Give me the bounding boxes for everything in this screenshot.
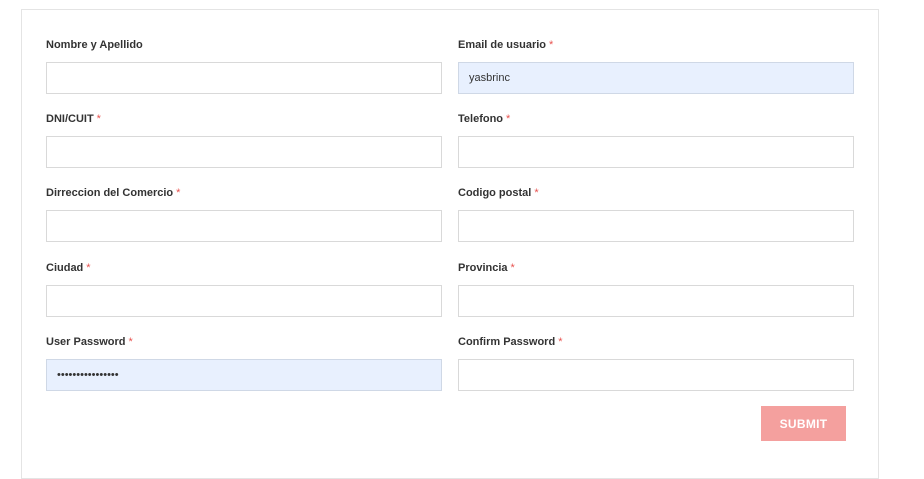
- email-usuario-input[interactable]: [458, 62, 854, 94]
- required-marker: *: [176, 187, 181, 199]
- field-telefono: Telefono *: [458, 112, 854, 168]
- field-direccion-comercio: Dirreccion del Comercio *: [46, 186, 442, 242]
- codigo-postal-input[interactable]: [458, 210, 854, 242]
- required-marker: *: [86, 262, 91, 274]
- required-marker: *: [549, 39, 554, 51]
- field-email-usuario: Email de usuario *: [458, 38, 854, 94]
- field-ciudad: Ciudad *: [46, 261, 442, 317]
- submit-button[interactable]: SUBMIT: [761, 406, 846, 441]
- codigo-postal-label: Codigo postal *: [458, 187, 539, 199]
- confirm-password-label: Confirm Password *: [458, 336, 563, 348]
- user-password-input[interactable]: [46, 359, 442, 391]
- telefono-label: Telefono *: [458, 113, 511, 125]
- field-codigo-postal: Codigo postal *: [458, 186, 854, 242]
- direccion-comercio-label: Dirreccion del Comercio *: [46, 187, 181, 199]
- ciudad-input[interactable]: [46, 285, 442, 317]
- email-usuario-label: Email de usuario *: [458, 39, 554, 51]
- direccion-comercio-input[interactable]: [46, 210, 442, 242]
- dni-cuit-label: DNI/CUIT *: [46, 113, 101, 125]
- provincia-input[interactable]: [458, 285, 854, 317]
- ciudad-label: Ciudad *: [46, 262, 91, 274]
- telefono-input[interactable]: [458, 136, 854, 168]
- field-user-password: User Password *: [46, 335, 442, 391]
- field-nombre-apellido: Nombre y Apellido: [46, 38, 442, 94]
- required-marker: *: [534, 187, 539, 199]
- confirm-password-input[interactable]: [458, 359, 854, 391]
- required-marker: *: [510, 262, 515, 274]
- field-provincia: Provincia *: [458, 261, 854, 317]
- required-marker: *: [558, 336, 563, 348]
- provincia-label: Provincia *: [458, 262, 515, 274]
- field-confirm-password: Confirm Password *: [458, 335, 854, 391]
- nombre-apellido-input[interactable]: [46, 62, 442, 94]
- field-dni-cuit: DNI/CUIT *: [46, 112, 442, 168]
- nombre-apellido-label: Nombre y Apellido: [46, 39, 143, 51]
- required-marker: *: [96, 113, 101, 125]
- user-password-label: User Password *: [46, 336, 133, 348]
- required-marker: *: [128, 336, 133, 348]
- dni-cuit-input[interactable]: [46, 136, 442, 168]
- required-marker: *: [506, 113, 511, 125]
